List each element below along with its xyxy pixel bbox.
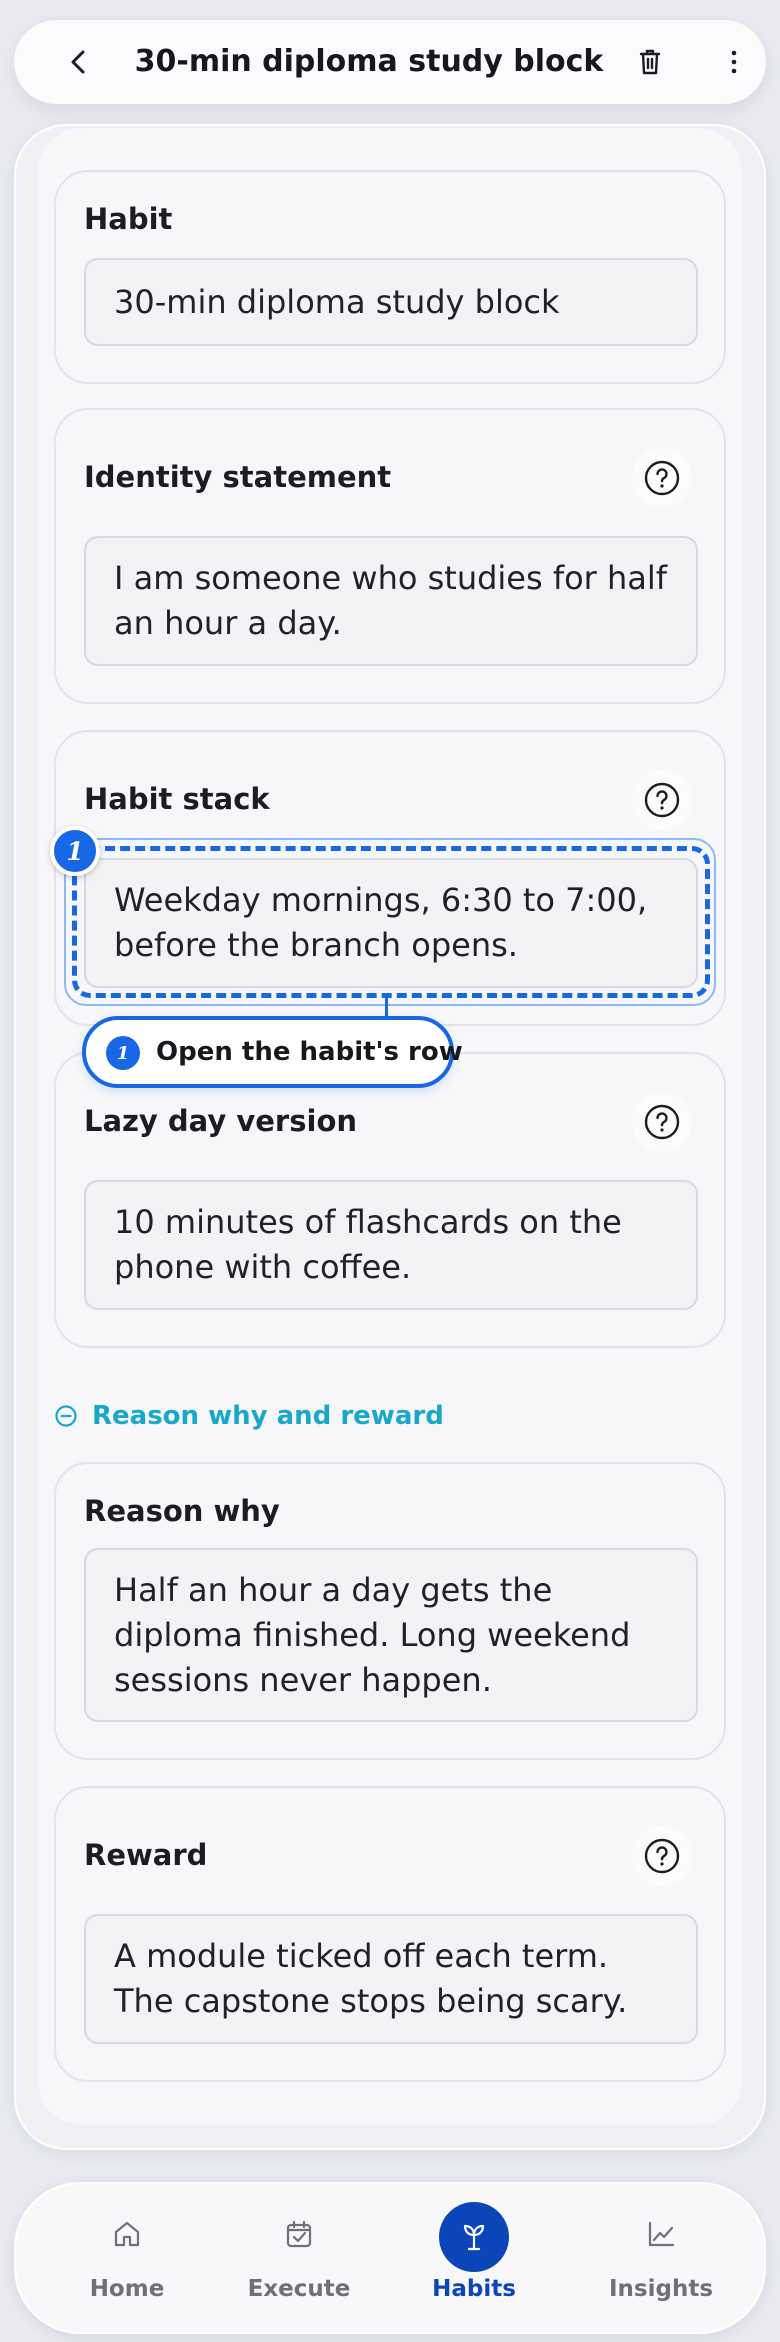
chevron-left-icon[interactable] <box>62 45 96 79</box>
help-button-identity[interactable] <box>632 448 692 508</box>
help-button-habit-stack[interactable] <box>632 770 692 830</box>
page-title: 30-min diploma study block <box>134 44 604 79</box>
nav-insights[interactable]: Insights <box>586 2184 736 2336</box>
identity-statement-input[interactable]: I am someone who studies for half an hou… <box>84 536 698 666</box>
lazy-day-card: Lazy day version 10 minutes of flashcard… <box>54 1052 726 1348</box>
nav-home-label: Home <box>89 2276 165 2302</box>
nav-insights-label: Insights <box>608 2276 714 2302</box>
habit-label: Habit <box>84 202 173 236</box>
help-circle-icon <box>644 460 680 496</box>
nav-execute-label: Execute <box>247 2276 351 2302</box>
help-circle-icon <box>644 1838 680 1874</box>
nav-habits-active-bubble <box>439 2202 509 2272</box>
identity-card: Identity statement I am someone who stud… <box>54 408 726 704</box>
lazy-day-label: Lazy day version <box>84 1104 358 1138</box>
help-circle-icon <box>644 782 680 818</box>
sprout-icon <box>463 2224 485 2251</box>
reason-why-card: Reason why Half an hour a day gets the d… <box>54 1462 726 1760</box>
more-vertical-icon[interactable] <box>716 44 752 80</box>
help-button-lazy-day[interactable] <box>632 1092 692 1152</box>
trash-icon[interactable] <box>632 44 668 80</box>
step-callout: 1 Open the habit's row <box>82 1016 463 1088</box>
highlight-dashed-box <box>72 846 710 998</box>
reason-why-label: Reason why <box>84 1494 280 1528</box>
reason-reward-toggle-label: Reason why and reward <box>92 1401 444 1431</box>
identity-label: Identity statement <box>84 460 392 494</box>
nav-habits[interactable]: Habits <box>399 2184 549 2336</box>
habit-card: Habit 30-min diploma study block <box>54 170 726 384</box>
habit-stack-label: Habit stack <box>84 782 270 816</box>
callout-text: Open the habit's row <box>156 1037 463 1067</box>
home-icon <box>114 2221 140 2247</box>
help-button-reward[interactable] <box>632 1826 692 1886</box>
reward-input[interactable]: A module ticked off each term. The capst… <box>84 1914 698 2044</box>
trend-chart-icon <box>648 2221 675 2247</box>
nav-home[interactable]: Home <box>52 2184 202 2336</box>
habit-name-input[interactable]: 30-min diploma study block <box>84 258 698 346</box>
reward-label: Reward <box>84 1838 208 1872</box>
lazy-day-input[interactable]: 10 minutes of flashcards on the phone wi… <box>84 1180 698 1310</box>
calendar-check-icon <box>286 2220 312 2248</box>
nav-habits-label: Habits <box>432 2276 516 2302</box>
minus-circle-icon <box>55 1405 77 1427</box>
help-circle-icon <box>644 1104 680 1140</box>
step-marker: 1 <box>50 826 100 876</box>
callout-number: 1 <box>106 1036 140 1070</box>
bottom-nav: Home Execute Habits Insights <box>14 2182 766 2334</box>
top-app-bar: 30-min diploma study block <box>14 20 766 104</box>
reason-reward-toggle[interactable]: Reason why and reward <box>54 1398 444 1434</box>
reward-card: Reward A module ticked off each term. Th… <box>54 1786 726 2082</box>
reason-why-input[interactable]: Half an hour a day gets the diploma fini… <box>84 1548 698 1722</box>
nav-execute[interactable]: Execute <box>224 2184 374 2336</box>
